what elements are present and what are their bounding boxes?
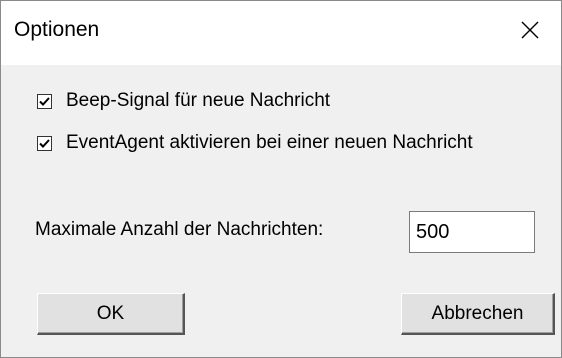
beep-checkbox[interactable] (37, 93, 52, 109)
checkmark-icon (39, 138, 50, 148)
close-icon (521, 21, 539, 39)
dialog-title: Optionen (14, 18, 100, 41)
max-messages-label: Maximale Anzahl der Nachrichten: (35, 219, 324, 240)
close-button[interactable] (497, 1, 561, 65)
title-bar: Optionen (1, 1, 561, 65)
ok-button[interactable]: OK (37, 293, 185, 335)
event-agent-checkbox[interactable] (37, 135, 52, 151)
checkmark-icon (39, 96, 50, 106)
max-messages-input[interactable] (409, 211, 535, 253)
event-agent-option[interactable]: EventAgent aktivieren bei einer neuen Na… (37, 131, 473, 155)
cancel-button[interactable]: Abbrechen (401, 293, 555, 335)
options-dialog: Optionen Beep-Signal für neue Nachricht … (0, 0, 562, 358)
beep-option[interactable]: Beep-Signal für neue Nachricht (37, 89, 330, 113)
beep-label: Beep-Signal für neue Nachricht (66, 90, 331, 111)
event-agent-label: EventAgent aktivieren bei einer neuen Na… (66, 132, 473, 153)
